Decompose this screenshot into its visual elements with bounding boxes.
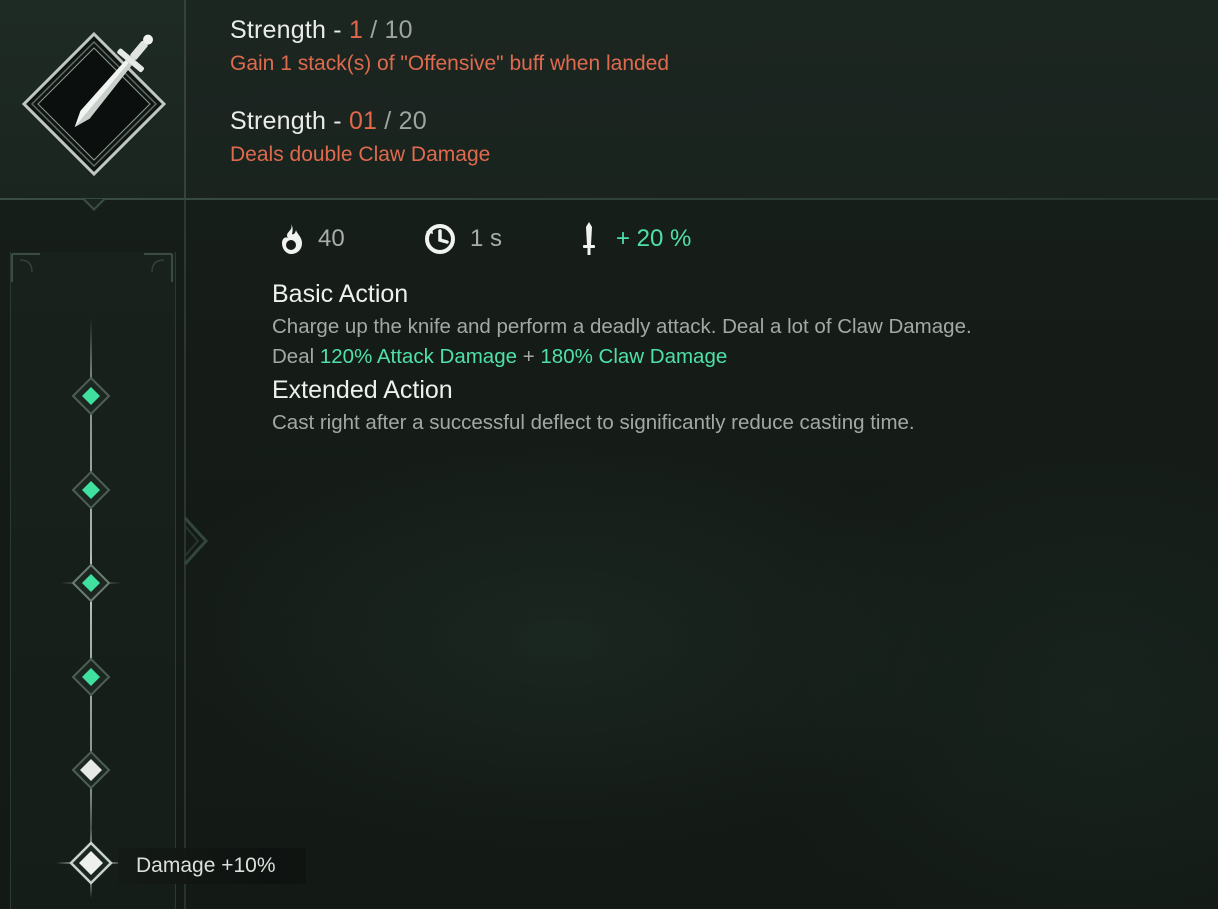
basic-action-title: Basic Action bbox=[272, 280, 409, 308]
strength-max: 10 bbox=[384, 16, 413, 44]
stat-cooldown: 1 s bbox=[422, 222, 502, 256]
strength-effect-1: Gain 1 stack(s) of "Offensive" buff when… bbox=[230, 52, 670, 75]
upgrade-node-2[interactable] bbox=[71, 470, 111, 510]
strength-effect-2: Deals double Claw Damage bbox=[230, 143, 491, 166]
basic-action-damage: Deal 120% Attack Damage + 180% Claw Dama… bbox=[272, 345, 727, 369]
claw-damage-value: 180% Claw Damage bbox=[540, 345, 728, 368]
upgrade-node-3[interactable] bbox=[61, 553, 121, 613]
basic-action-desc: Charge up the knife and perform a deadly… bbox=[272, 315, 972, 338]
divider-arrow-icon bbox=[183, 516, 209, 566]
damage-plus: + bbox=[517, 345, 541, 368]
diamond-node-icon bbox=[71, 470, 111, 510]
dagger-skill-icon bbox=[22, 32, 166, 176]
strength-label: Strength - bbox=[230, 16, 349, 44]
strength-row-2: Strength - 01 / 20 bbox=[230, 107, 427, 136]
skill-icon-frame[interactable] bbox=[0, 0, 186, 198]
header-notch-inner bbox=[85, 199, 103, 208]
strength-separator: / bbox=[377, 107, 399, 135]
upgrade-node-6[interactable] bbox=[56, 828, 126, 898]
strength-label: Strength - bbox=[230, 107, 349, 135]
diamond-node-icon bbox=[71, 376, 111, 416]
upgrade-node-1[interactable] bbox=[71, 376, 111, 416]
diamond-node-icon bbox=[71, 657, 111, 697]
stat-bonus-value: + 20 % bbox=[616, 225, 692, 252]
flame-icon bbox=[282, 224, 302, 254]
attack-damage-value: 120% Attack Damage bbox=[319, 345, 518, 368]
damage-prefix: Deal bbox=[272, 345, 320, 368]
extended-action-title: Extended Action bbox=[272, 376, 453, 404]
diamond-node-locked-icon bbox=[71, 750, 111, 790]
dagger-icon bbox=[583, 222, 595, 255]
strength-row-1: Strength - 1 / 10 bbox=[230, 16, 413, 45]
diamond-node-glow-icon bbox=[61, 553, 121, 613]
stat-bonus: + 20 % bbox=[580, 222, 691, 256]
stat-cooldown-value: 1 s bbox=[470, 225, 503, 252]
extended-action-desc: Cast right after a successful deflect to… bbox=[272, 411, 915, 434]
panel-ornament bbox=[11, 253, 173, 282]
strength-separator: / bbox=[363, 16, 385, 44]
upgrade-node-5[interactable] bbox=[71, 750, 111, 790]
header-divider bbox=[0, 198, 1218, 200]
stat-cost-value: 40 bbox=[318, 225, 345, 252]
strength-max: 20 bbox=[398, 107, 427, 135]
strength-current: 1 bbox=[348, 16, 364, 44]
upgrade-node-tooltip: Damage +10% bbox=[118, 848, 306, 884]
cooldown-clock-icon bbox=[425, 224, 455, 254]
diamond-node-hover-icon bbox=[56, 828, 126, 898]
upgrade-node-4[interactable] bbox=[71, 657, 111, 697]
stat-cost: 40 bbox=[276, 222, 345, 256]
strength-current: 01 bbox=[348, 107, 378, 135]
skill-detail-screen: Strength - 1 / 10 Gain 1 stack(s) of "Of… bbox=[0, 0, 1218, 909]
